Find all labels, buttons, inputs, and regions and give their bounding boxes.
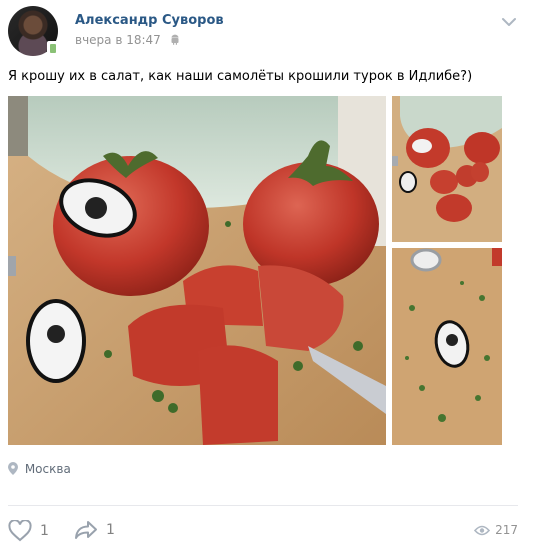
photo-thumb-top-image bbox=[392, 96, 502, 242]
photo-main[interactable] bbox=[8, 96, 386, 445]
post-date-text: вчера в 18:47 bbox=[75, 33, 161, 47]
share-count: 1 bbox=[106, 522, 115, 538]
android-icon bbox=[171, 34, 179, 45]
post-text: Я крошу их в салат, как наши самолёты кр… bbox=[8, 69, 473, 84]
post-location[interactable]: Москва bbox=[8, 462, 71, 476]
photo-thumb-top[interactable] bbox=[392, 96, 502, 242]
photo-thumb-bottom[interactable] bbox=[392, 248, 502, 445]
post-divider bbox=[8, 505, 518, 506]
like-count: 1 bbox=[40, 523, 49, 539]
share-button[interactable]: 1 bbox=[74, 520, 115, 540]
post-location-text: Москва bbox=[24, 462, 71, 476]
wall-post: Александр Суворов вчера в 18:47 Я крошу … bbox=[0, 0, 534, 555]
eye-icon bbox=[474, 525, 491, 535]
views-count: 217 bbox=[495, 523, 518, 537]
share-arrow-icon bbox=[75, 521, 97, 539]
heart-icon bbox=[8, 520, 32, 542]
photo-thumb-bottom-image bbox=[392, 248, 502, 445]
chevron-down-icon[interactable] bbox=[501, 15, 517, 29]
views-counter: 217 bbox=[474, 523, 518, 537]
mobile-online-indicator-icon bbox=[47, 41, 59, 56]
author-name[interactable]: Александр Суворов bbox=[75, 13, 224, 28]
location-pin-icon bbox=[8, 462, 18, 475]
photo-main-image bbox=[8, 96, 386, 445]
like-button[interactable]: 1 bbox=[8, 520, 49, 542]
post-date[interactable]: вчера в 18:47 bbox=[75, 33, 180, 47]
